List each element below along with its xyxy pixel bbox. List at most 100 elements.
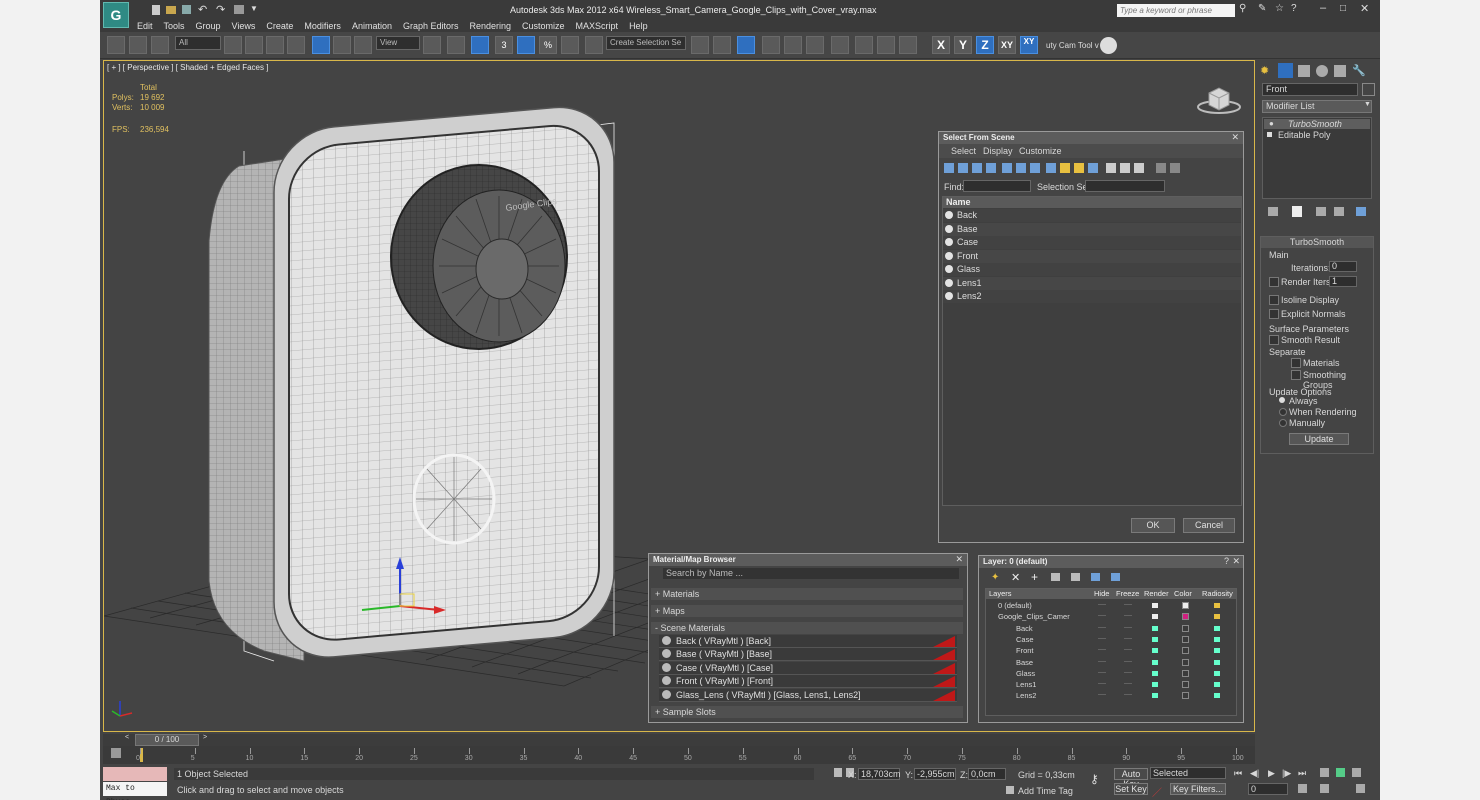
menu-animation[interactable]: Animation bbox=[352, 21, 392, 31]
menu-edit[interactable]: Edit bbox=[137, 21, 153, 31]
object-name-field[interactable]: Front bbox=[1262, 83, 1358, 96]
sfs-filter-6-icon[interactable] bbox=[1029, 162, 1041, 174]
select-in-layer-icon[interactable] bbox=[1051, 573, 1060, 581]
layer-radiosity-icon[interactable] bbox=[1214, 648, 1220, 654]
create-tab-icon[interactable]: ✹ bbox=[1260, 64, 1269, 77]
scene-object-row[interactable]: Front bbox=[943, 249, 1241, 263]
sfs-filter-11-icon[interactable] bbox=[1105, 162, 1117, 174]
axis-x-button[interactable]: X bbox=[932, 36, 950, 54]
layer-render-icon[interactable] bbox=[1152, 693, 1158, 699]
layer-radiosity-icon[interactable] bbox=[1214, 636, 1220, 642]
layer-render-icon[interactable] bbox=[1152, 636, 1158, 642]
sfs-filter-12-icon[interactable] bbox=[1119, 162, 1131, 174]
sfs-filter-3-icon[interactable] bbox=[985, 162, 997, 174]
zoom-extents-icon[interactable] bbox=[1320, 768, 1329, 777]
configure-modifier-sets-icon[interactable] bbox=[1356, 207, 1366, 216]
utilities-tab-icon[interactable]: 🔧 bbox=[1352, 64, 1366, 77]
edit-named-selection-icon[interactable] bbox=[585, 36, 603, 54]
add-time-tag-button[interactable]: Add Time Tag bbox=[1018, 786, 1073, 796]
material-editor-icon[interactable] bbox=[831, 36, 849, 54]
binoculars-icon[interactable]: ⚲ bbox=[1239, 3, 1246, 14]
section-maps[interactable]: + Maps bbox=[651, 605, 963, 617]
set-key-filter-icon[interactable]: ／ bbox=[1152, 784, 1162, 799]
snaps-toggle-button[interactable]: 3 bbox=[495, 36, 513, 54]
unlink-icon[interactable] bbox=[129, 36, 147, 54]
spinner-snap-icon[interactable] bbox=[561, 36, 579, 54]
maximize-viewport-icon[interactable] bbox=[1356, 784, 1365, 793]
layer-column-freeze[interactable]: Freeze bbox=[1116, 589, 1139, 599]
layer-column-color[interactable]: Color bbox=[1174, 589, 1192, 599]
section-sample-slots[interactable]: + Sample Slots bbox=[651, 706, 963, 718]
communication-center-icon[interactable]: ✎ bbox=[1258, 3, 1266, 14]
bulb-icon[interactable]: ● bbox=[1269, 119, 1274, 128]
menu-maxscript[interactable]: MAXScript bbox=[576, 21, 619, 31]
add-time-tag-icon[interactable] bbox=[1006, 786, 1014, 794]
sfs-column-name[interactable]: Name bbox=[943, 197, 1241, 208]
layer-color-swatch[interactable] bbox=[1182, 658, 1189, 666]
render-iters-spinner[interactable]: 1 bbox=[1329, 276, 1357, 287]
rollout-title[interactable]: TurboSmooth bbox=[1261, 237, 1373, 248]
key-mode-dropdown[interactable]: Selected bbox=[1150, 767, 1226, 779]
manually-radio[interactable] bbox=[1279, 419, 1287, 427]
material-search-input[interactable]: Search by Name ... bbox=[663, 568, 959, 579]
scene-object-row[interactable]: Case bbox=[943, 236, 1241, 249]
menu-create[interactable]: Create bbox=[266, 21, 293, 31]
dialog-close-icon[interactable]: ✕ bbox=[1231, 132, 1239, 143]
scene-object-row[interactable]: Lens2 bbox=[943, 290, 1241, 303]
z-coord-field[interactable]: 0,0cm bbox=[968, 768, 1006, 780]
sfs-selection-set-dropdown[interactable] bbox=[1085, 180, 1165, 192]
percent-snap-button[interactable]: % bbox=[539, 36, 557, 54]
scene-material-item[interactable]: Base ( VRayMtl ) [Base] bbox=[659, 648, 957, 662]
axis-xy-cycle-button[interactable]: XY bbox=[1020, 36, 1038, 54]
menu-tools[interactable]: Tools bbox=[164, 21, 185, 31]
bind-space-warp-icon[interactable] bbox=[151, 36, 169, 54]
layer-radiosity-icon[interactable] bbox=[1214, 670, 1220, 676]
layer-radiosity-icon[interactable] bbox=[1214, 603, 1220, 608]
section-scene-materials[interactable]: - Scene Materials bbox=[651, 622, 963, 634]
material-browser-close-icon[interactable]: ✕ bbox=[955, 554, 963, 565]
always-radio[interactable] bbox=[1279, 397, 1285, 403]
next-key-icon[interactable]: |▶ bbox=[1282, 768, 1291, 779]
modifier-list-arrow-icon[interactable]: ▼ bbox=[1364, 101, 1371, 108]
hide-all-layers-icon[interactable] bbox=[1091, 573, 1100, 581]
layer-render-icon[interactable] bbox=[1152, 670, 1158, 676]
align-icon[interactable] bbox=[713, 36, 731, 54]
sfs-filter-4-icon[interactable] bbox=[1001, 162, 1013, 174]
layer-row[interactable]: Lens1 ---- ---- bbox=[986, 679, 1236, 690]
layer-row[interactable]: Front ---- ---- bbox=[986, 645, 1236, 656]
y-coord-field[interactable]: -2,955cm bbox=[914, 768, 956, 780]
scene-object-row[interactable]: Lens1 bbox=[943, 276, 1241, 290]
orbit-icon[interactable] bbox=[1352, 768, 1361, 777]
layer-render-icon[interactable] bbox=[1152, 682, 1158, 688]
menu-customize[interactable]: Customize bbox=[522, 21, 565, 31]
cam-tool-label[interactable]: uty Cam Tool v bbox=[1046, 41, 1099, 50]
pin-stack-icon[interactable] bbox=[1268, 207, 1278, 216]
scene-object-row[interactable]: Back bbox=[943, 209, 1241, 222]
sfs-filter-9-icon[interactable] bbox=[1073, 162, 1085, 174]
layer-row[interactable]: 0 (default) ---- ---- bbox=[986, 600, 1236, 611]
quick-new-icon[interactable] bbox=[152, 5, 160, 15]
field-of-view-icon[interactable] bbox=[1336, 768, 1345, 777]
favorites-star-icon[interactable]: ☆ bbox=[1275, 3, 1284, 14]
menu-help[interactable]: Help bbox=[629, 21, 648, 31]
menu-views[interactable]: Views bbox=[232, 21, 256, 31]
layer-row[interactable]: Lens2 ---- ---- bbox=[986, 690, 1236, 701]
layer-render-icon[interactable] bbox=[1152, 625, 1158, 631]
layer-row[interactable]: Base ---- ---- bbox=[986, 657, 1236, 668]
schematic-view-icon[interactable] bbox=[806, 36, 824, 54]
smooth-result-checkbox[interactable] bbox=[1269, 335, 1279, 345]
smoothing-groups-checkbox[interactable] bbox=[1291, 370, 1301, 380]
render-setup-icon[interactable] bbox=[855, 36, 873, 54]
time-slider-thumb[interactable]: 0 / 100 bbox=[135, 734, 199, 746]
new-layer-icon[interactable]: ✦ bbox=[991, 572, 999, 583]
layer-radiosity-icon[interactable] bbox=[1214, 625, 1220, 631]
perspective-viewport[interactable]: [ + ] [ Perspective ] [ Shaded + Edged F… bbox=[103, 60, 1255, 732]
search-input[interactable]: Type a keyword or phrase bbox=[1117, 4, 1235, 17]
reference-coordinate-dropdown[interactable]: View bbox=[376, 36, 420, 50]
modify-tab-icon[interactable] bbox=[1278, 63, 1293, 78]
maximize-icon[interactable]: □ bbox=[1340, 3, 1346, 14]
selection-filter-dropdown[interactable]: All bbox=[175, 36, 221, 50]
remove-modifier-icon[interactable] bbox=[1334, 207, 1344, 216]
stack-item-editable-poly[interactable]: Editable Poly bbox=[1264, 130, 1370, 140]
render-production-icon[interactable] bbox=[899, 36, 917, 54]
